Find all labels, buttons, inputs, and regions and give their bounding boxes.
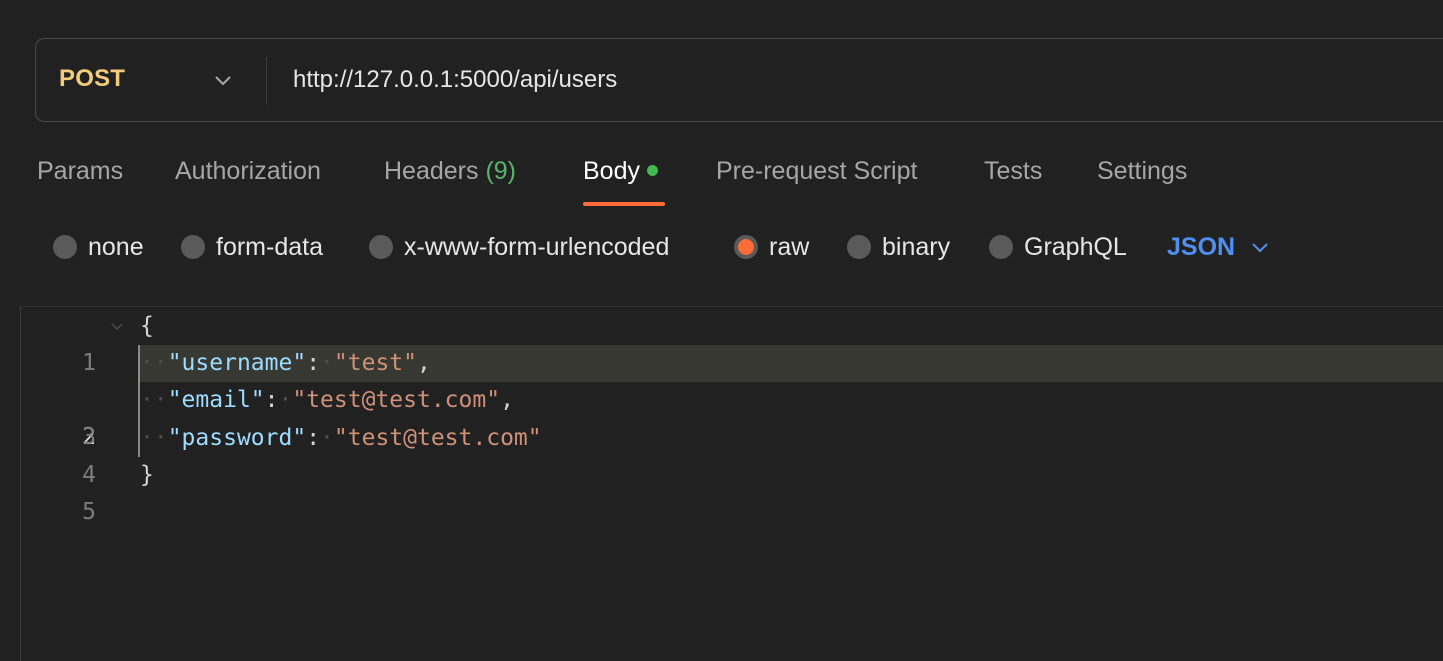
tab-settings[interactable]: Settings bbox=[1097, 157, 1187, 186]
whitespace-dots: ·· bbox=[140, 387, 168, 413]
radio-circle-icon bbox=[847, 235, 871, 259]
body-type-raw-radio[interactable]: raw bbox=[734, 232, 809, 262]
radio-circle-icon bbox=[53, 235, 77, 259]
tab-label: Params bbox=[37, 157, 124, 185]
request-url-bar: POST bbox=[35, 38, 1443, 122]
whitespace-dots: · bbox=[320, 350, 334, 376]
tab-label: Tests bbox=[984, 157, 1043, 185]
code-text: ··"username":·"test", bbox=[140, 345, 431, 382]
line-number: 5 bbox=[82, 499, 96, 525]
active-tab-indicator bbox=[583, 202, 665, 206]
tab-label: Pre-request Script bbox=[716, 157, 918, 185]
raw-format-dropdown[interactable]: JSON bbox=[1167, 232, 1271, 262]
json-key: "password" bbox=[167, 425, 307, 451]
chevron-down-icon bbox=[1252, 243, 1268, 253]
body-type-none-radio[interactable]: none bbox=[53, 232, 144, 262]
whitespace-dots: · bbox=[278, 387, 293, 413]
json-comma: , bbox=[417, 350, 431, 376]
json-value: "test@test.com" bbox=[333, 425, 542, 451]
json-colon: : bbox=[264, 387, 279, 413]
radio-label: binary bbox=[882, 232, 951, 261]
json-key: "email" bbox=[167, 387, 265, 413]
tab-label: Authorization bbox=[175, 157, 321, 185]
tab-label: Body bbox=[583, 157, 640, 185]
tab-label: Settings bbox=[1097, 157, 1188, 185]
radio-circle-icon bbox=[369, 235, 393, 259]
radio-label: raw bbox=[769, 232, 810, 261]
tab-pre-request-script[interactable]: Pre-request Script bbox=[716, 157, 917, 186]
radio-circle-icon bbox=[989, 235, 1013, 259]
code-text: } bbox=[140, 457, 154, 494]
editor-top-border bbox=[20, 306, 1443, 307]
json-colon: : bbox=[306, 350, 321, 376]
fold-chevron-icon[interactable] bbox=[109, 319, 125, 335]
code-line[interactable]: 3 ··"email":·"test@test.com", bbox=[0, 382, 1443, 450]
tab-headers[interactable]: Headers (9) bbox=[384, 157, 516, 186]
close-brace: } bbox=[140, 462, 154, 488]
tab-authorization[interactable]: Authorization bbox=[175, 157, 321, 186]
whitespace-dots: · bbox=[320, 425, 334, 451]
radio-label: GraphQL bbox=[1024, 232, 1127, 261]
headers-count-badge: (9) bbox=[485, 157, 517, 185]
indent-guide bbox=[138, 345, 140, 457]
code-line[interactable]: 5 } bbox=[0, 457, 1443, 525]
json-value: "test@test.com" bbox=[292, 387, 501, 413]
tab-body[interactable]: Body bbox=[583, 157, 658, 186]
tab-label: Headers bbox=[384, 157, 479, 185]
body-type-binary-radio[interactable]: binary bbox=[847, 232, 950, 262]
whitespace-dots: ·· bbox=[140, 350, 168, 376]
tab-params[interactable]: Params bbox=[37, 157, 123, 186]
code-text: ··"email":·"test@test.com", bbox=[140, 382, 514, 419]
json-comma: , bbox=[500, 387, 514, 413]
code-text: { bbox=[140, 308, 154, 345]
code-line-current[interactable]: 2 ··"username":·"test", bbox=[0, 345, 1443, 450]
radio-label: form-data bbox=[216, 232, 323, 261]
code-line[interactable]: 4 ··"password":·"test@test.com" bbox=[0, 420, 1443, 488]
tab-tests[interactable]: Tests bbox=[984, 157, 1042, 186]
body-type-form-data-radio[interactable]: form-data bbox=[181, 232, 323, 262]
radio-selected-icon bbox=[734, 235, 758, 259]
body-type-graphql-radio[interactable]: GraphQL bbox=[989, 232, 1127, 262]
url-divider bbox=[266, 57, 267, 105]
radio-circle-icon bbox=[181, 235, 205, 259]
whitespace-dots: ·· bbox=[140, 425, 168, 451]
method-selector[interactable]: POST bbox=[59, 65, 125, 93]
url-input[interactable] bbox=[293, 63, 1393, 97]
code-text: ··"password":·"test@test.com" bbox=[140, 420, 542, 457]
radio-label: none bbox=[88, 232, 144, 261]
body-modified-dot bbox=[646, 164, 658, 176]
json-colon: : bbox=[306, 425, 321, 451]
raw-format-label: JSON bbox=[1167, 232, 1236, 261]
json-key: "username" bbox=[167, 350, 307, 376]
code-line[interactable]: 1 { bbox=[0, 308, 1443, 376]
chevron-down-icon[interactable] bbox=[212, 69, 234, 91]
body-type-urlencoded-radio[interactable]: x-www-form-urlencoded bbox=[369, 232, 669, 262]
radio-label: x-www-form-urlencoded bbox=[404, 232, 670, 261]
json-value: "test" bbox=[333, 350, 417, 376]
open-brace: { bbox=[140, 313, 154, 339]
